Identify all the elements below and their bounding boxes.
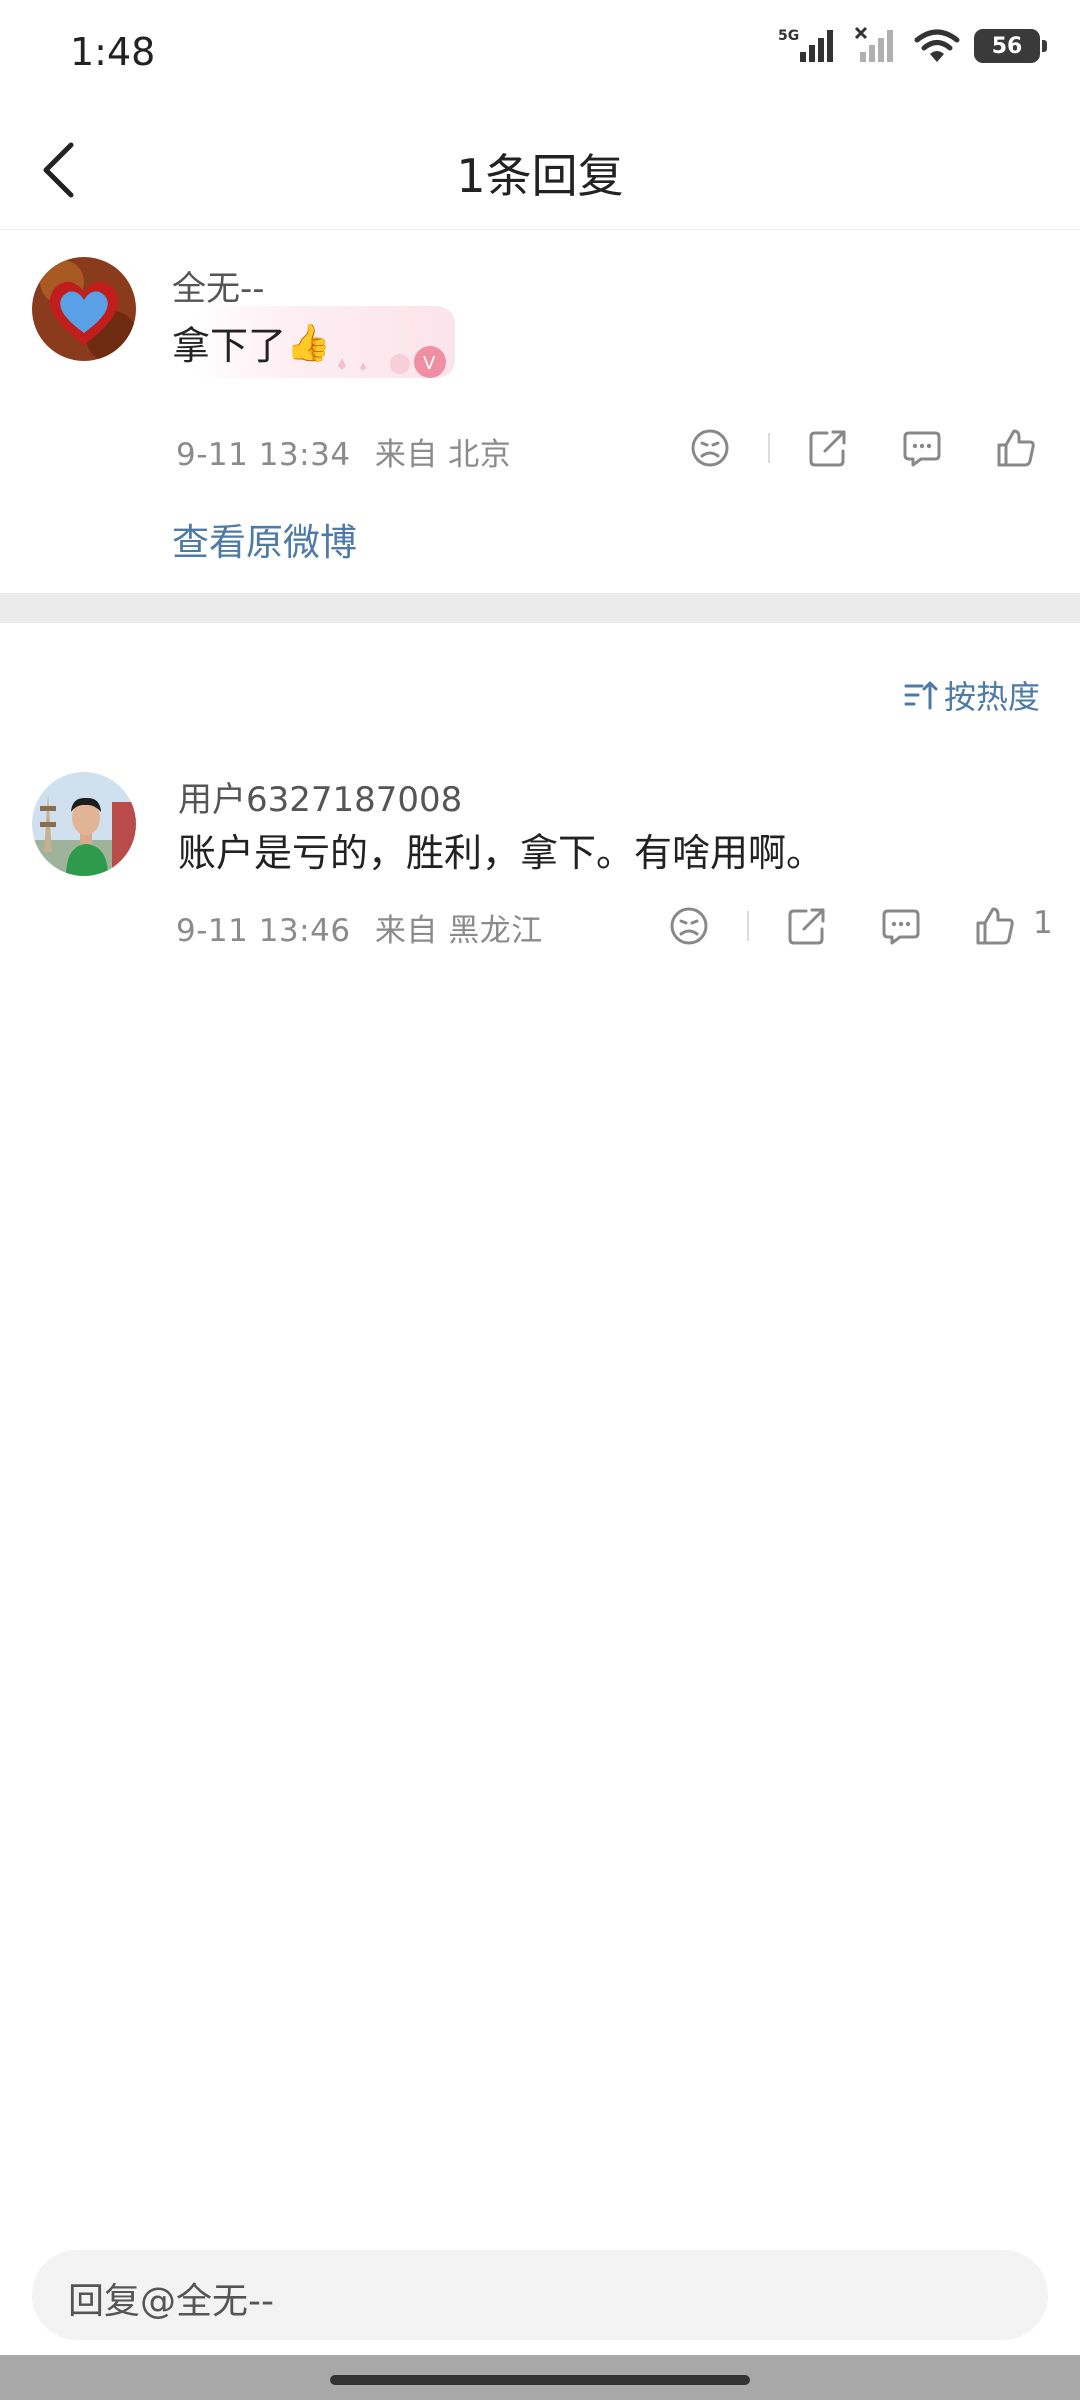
thumbs-up-emoji: 👍 bbox=[286, 322, 331, 364]
like-button[interactable] bbox=[992, 424, 1040, 472]
comment-text: 拿下了 👍 bbox=[172, 315, 331, 370]
wifi-icon bbox=[914, 29, 960, 62]
avatar[interactable] bbox=[32, 772, 136, 876]
heart-avatar-image bbox=[32, 257, 136, 361]
user-photo-avatar-image bbox=[32, 772, 136, 876]
frown-face-icon bbox=[670, 907, 708, 945]
status-bar: 1:48 5G 56 bbox=[0, 0, 1080, 110]
frown-face-icon bbox=[691, 429, 729, 467]
page-title: 1条回复 bbox=[456, 149, 624, 203]
cellular-no-signal-icon bbox=[854, 26, 893, 62]
dislike-button[interactable] bbox=[686, 424, 734, 472]
reply-item: 用户6327187008 账户是亏的，胜利，拿下。有啥用啊。 9-11 13:4… bbox=[0, 760, 1080, 960]
comment-bubble-icon bbox=[882, 909, 920, 945]
share-button[interactable] bbox=[804, 424, 852, 472]
thumbs-up-icon bbox=[997, 429, 1035, 467]
cellular-5g-icon: 5G bbox=[778, 28, 833, 62]
sort-label: 按热度 bbox=[943, 678, 1040, 716]
comment-time: 9-11 13:34 bbox=[176, 437, 351, 473]
section-divider bbox=[0, 593, 1080, 623]
dislike-button[interactable] bbox=[665, 902, 713, 950]
reply-source: 来自 黑龙江 bbox=[374, 913, 543, 949]
comment-button[interactable] bbox=[877, 902, 925, 950]
network-type-label: 5G bbox=[778, 28, 799, 44]
comment-bubble-icon bbox=[903, 431, 941, 467]
action-divider bbox=[747, 911, 749, 941]
sort-icon bbox=[904, 681, 938, 710]
like-button[interactable] bbox=[971, 902, 1019, 950]
sort-toggle[interactable]: 按热度 bbox=[904, 672, 1040, 718]
comment-meta: 9-11 13:34 来自 北京 bbox=[176, 429, 511, 474]
comment-source: 来自 北京 bbox=[374, 437, 512, 473]
original-comment: 全无-- V 拿下了 👍 9-11 13:34 来自 北京 查看原微博 bbox=[0, 231, 1080, 593]
nav-bar: 1条回复 bbox=[0, 110, 1080, 230]
view-original-link[interactable]: 查看原微博 bbox=[172, 512, 357, 566]
share-icon bbox=[809, 430, 846, 467]
gesture-bar bbox=[0, 2355, 1080, 2400]
reply-username[interactable]: 用户6327187008 bbox=[178, 772, 462, 821]
svg-text:V: V bbox=[423, 353, 436, 374]
reply-input-placeholder: 回复@全无-- bbox=[68, 2281, 274, 2322]
thumbs-up-icon bbox=[976, 907, 1014, 945]
reply-meta: 9-11 13:46 来自 黑龙江 bbox=[176, 905, 543, 950]
comment-button[interactable] bbox=[898, 424, 946, 472]
reply-input[interactable]: 回复@全无-- bbox=[32, 2250, 1048, 2340]
battery-icon: 56 bbox=[974, 29, 1047, 63]
status-icons: 5G 56 bbox=[778, 26, 1047, 66]
like-count: 1 bbox=[1033, 905, 1054, 941]
reply-text: 账户是亏的，胜利，拿下。有啥用啊。 bbox=[178, 831, 825, 875]
comment-text-body: 拿下了 bbox=[172, 324, 287, 368]
avatar[interactable] bbox=[32, 257, 136, 361]
comment-username[interactable]: 全无-- bbox=[172, 261, 265, 310]
share-icon bbox=[788, 908, 825, 945]
status-time: 1:48 bbox=[70, 30, 156, 74]
share-button[interactable] bbox=[783, 902, 831, 950]
home-indicator[interactable] bbox=[330, 2375, 750, 2385]
action-divider bbox=[768, 433, 770, 463]
reply-time: 9-11 13:46 bbox=[176, 913, 351, 949]
